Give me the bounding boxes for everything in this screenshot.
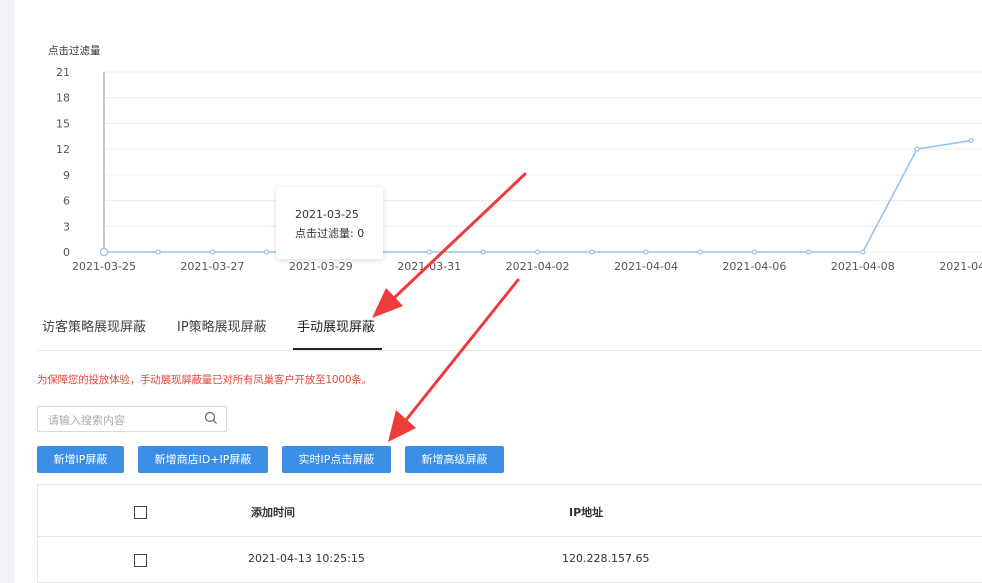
x-tick-label: 2021-04-06	[722, 260, 786, 273]
y-tick-label: 9	[63, 169, 70, 182]
data-point[interactable]	[534, 249, 541, 255]
data-point[interactable]	[643, 249, 649, 255]
y-tick-label: 21	[56, 66, 70, 79]
data-point[interactable]	[968, 137, 974, 144]
search-icon[interactable]	[204, 411, 218, 425]
chart-tooltip: 2021-03-25 点击过滤量: 0	[276, 187, 383, 259]
cell-add-time: 2021-04-13 10:25:15	[248, 552, 365, 565]
x-tick-label: 2021-03-25	[72, 260, 136, 273]
data-point[interactable]	[480, 249, 486, 255]
column-header-time: 添加时间	[251, 506, 295, 519]
select-all-checkbox[interactable]	[134, 506, 147, 519]
tab-label: 手动展现屏蔽	[297, 320, 376, 335]
tab-visitor-strategy[interactable]: 访客策略展现屏蔽	[42, 318, 146, 350]
notice-text: 为保障您的投放体验，手动展现屏蔽量已对所有凤巢客户开放至1000条。	[37, 374, 372, 386]
add-ip-block-button[interactable]: 新增IP屏蔽	[37, 446, 124, 473]
realtime-ip-click-block-button[interactable]: 实时IP点击屏蔽	[282, 446, 391, 473]
tab-ip-strategy[interactable]: IP策略展现屏蔽	[177, 318, 267, 350]
y-tick-label: 0	[63, 246, 70, 259]
tab-label: 访客策略展现屏蔽	[42, 320, 147, 335]
data-point[interactable]	[914, 146, 920, 152]
data-point[interactable]	[99, 247, 109, 257]
x-tick-label: 2021-03-29	[289, 260, 353, 273]
data-point[interactable]	[860, 249, 866, 255]
tabs-divider	[37, 350, 982, 351]
data-point[interactable]	[751, 249, 758, 255]
y-tick-label: 15	[56, 117, 70, 130]
column-header-ip: IP地址	[569, 506, 604, 519]
search-input[interactable]	[46, 410, 200, 430]
add-store-id-ip-block-button[interactable]: 新增商店ID+IP屏蔽	[138, 446, 268, 473]
y-axis-label: 点击过滤量	[48, 44, 101, 57]
row-divider	[38, 536, 982, 537]
x-tick-label: 2021-04-04	[614, 260, 678, 273]
data-point[interactable]	[589, 249, 595, 255]
data-point[interactable]	[264, 249, 270, 255]
tooltip-value: 点击过滤量: 0	[295, 227, 365, 240]
y-tick-label: 12	[56, 143, 70, 156]
data-point[interactable]	[697, 249, 703, 255]
x-tick-label: 2021-04-10	[939, 260, 982, 273]
tab-label: IP策略展现屏蔽	[177, 320, 267, 335]
click-filter-line-chart: 21 18 15 12 9 6 3 0 2021-03-25 2021-03-27 2021-03…	[48, 44, 982, 273]
y-tick-label: 18	[56, 92, 70, 105]
data-point[interactable]	[209, 249, 215, 255]
cell-ip-address: 120.228.157.65	[562, 552, 650, 565]
series-line	[104, 139, 972, 253]
y-tick-label: 6	[63, 195, 70, 208]
data-point[interactable]	[426, 249, 432, 255]
blocked-ip-table: 添加时间 IP地址 2021-04-13 10:25:15 120.228.15…	[37, 484, 982, 583]
row-checkbox[interactable]	[134, 554, 147, 567]
tooltip-date: 2021-03-25	[295, 208, 359, 221]
search-field[interactable]	[37, 406, 227, 432]
data-point[interactable]	[155, 249, 161, 255]
data-point[interactable]	[805, 249, 812, 255]
y-tick-label: 3	[63, 220, 70, 233]
tab-manual-block[interactable]: 手动展现屏蔽	[297, 318, 375, 350]
main-panel: 21 18 15 12 9 6 3 0 2021-03-25 2021-03-27 2021-03…	[14, 0, 982, 583]
red-arrow-icon	[388, 278, 520, 442]
x-tick-label: 2021-03-31	[397, 260, 461, 273]
x-tick-label: 2021-04-02	[506, 260, 570, 273]
x-tick-label: 2021-03-27	[180, 260, 244, 273]
x-tick-label: 2021-04-08	[831, 260, 895, 273]
add-advanced-block-button[interactable]: 新增高级屏蔽	[405, 446, 504, 473]
